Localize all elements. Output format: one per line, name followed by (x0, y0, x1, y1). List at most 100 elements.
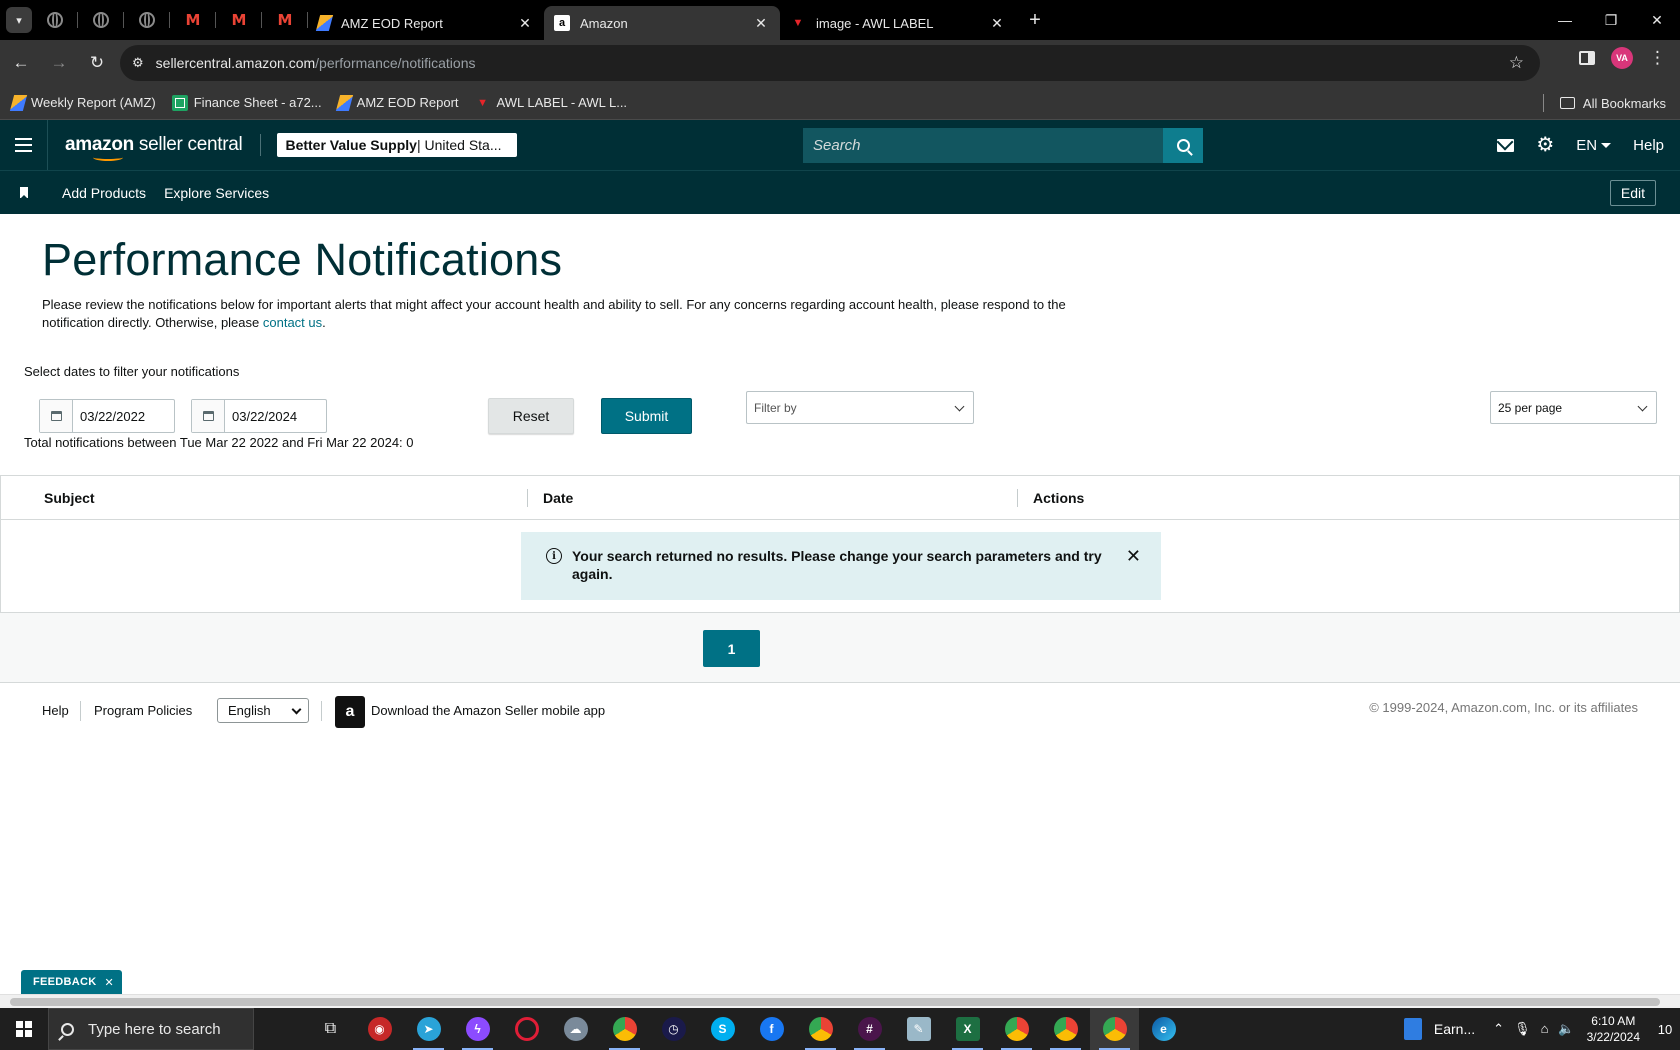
tab-amazon[interactable]: a Amazon ✕ (544, 6, 780, 40)
news-widget[interactable]: Earn... (1403, 1018, 1475, 1040)
date-from-field[interactable]: 03/22/2022 (39, 399, 175, 433)
task-view-icon[interactable]: ⧉ (306, 1008, 355, 1050)
close-tab-icon[interactable]: ✕ (516, 15, 534, 32)
bookmark-star-icon[interactable]: ☆ (1509, 53, 1524, 73)
help-link[interactable]: Help (1633, 137, 1664, 154)
subnav-add-products[interactable]: Add Products (62, 185, 146, 201)
bookmark-weekly-report[interactable]: Weekly Report (AMZ) (9, 94, 156, 111)
close-tab-icon[interactable]: ✕ (752, 15, 770, 32)
calendar-icon (50, 411, 62, 421)
per-page-select[interactable]: 25 per page (1490, 391, 1657, 424)
tab-amz-eod-report[interactable]: AMZ EOD Report ✕ (308, 6, 544, 40)
facebook-icon[interactable]: f (747, 1008, 796, 1050)
tab-awl-label[interactable]: ▼ image - AWL LABEL ✕ (780, 6, 1016, 40)
gear-icon[interactable]: ⚙ (1536, 135, 1554, 155)
intro-text: Please review the notifications below fo… (42, 296, 1122, 332)
edge-icon[interactable]: e (1139, 1008, 1188, 1050)
microphone-icon[interactable]: 🎙 (1514, 1021, 1531, 1037)
bookmark-amz-eod-report[interactable]: AMZ EOD Report (335, 94, 459, 111)
language-selector[interactable]: EN (1576, 137, 1612, 154)
date-from-value: 03/22/2022 (80, 408, 146, 424)
opera-icon[interactable]: o (502, 1008, 551, 1050)
browser-toolbar: ← → ↻ ⚙ sellercentral.amazon.com/perform… (0, 40, 1680, 86)
tab-search-button[interactable]: ▾ (6, 7, 32, 33)
pinned-tab-5[interactable]: M (216, 0, 262, 40)
amazon-seller-app-icon[interactable]: a (335, 696, 365, 728)
reset-button[interactable]: Reset (488, 398, 574, 434)
start-button[interactable] (0, 1008, 48, 1050)
column-actions[interactable]: Actions (1033, 490, 1084, 506)
chrome-icon[interactable] (600, 1008, 649, 1050)
minimize-icon[interactable]: — (1542, 0, 1588, 40)
calendar-button[interactable] (40, 400, 73, 432)
footer-help-link[interactable]: Help (42, 703, 69, 718)
bookmark-finance-sheet[interactable]: Finance Sheet - a72... (171, 94, 322, 111)
download-app-link[interactable]: Download the Amazon Seller mobile app (371, 703, 605, 718)
hamburger-menu-icon[interactable] (0, 120, 48, 170)
contact-us-link[interactable]: contact us (263, 315, 322, 330)
chrome-w2-icon[interactable] (992, 1008, 1041, 1050)
app-cloud-icon[interactable]: ☁ (551, 1008, 600, 1050)
pinned-tab-1[interactable] (32, 0, 78, 40)
column-subject[interactable]: Subject (44, 490, 95, 506)
store-selector[interactable]: Better Value Supply | United Sta... (277, 133, 518, 157)
close-window-icon[interactable]: ✕ (1634, 0, 1680, 40)
app-red-icon[interactable]: ◉ (355, 1008, 404, 1050)
feedback-tab[interactable]: FEEDBACK ✕ (21, 970, 123, 994)
back-arrow-icon[interactable]: ← (4, 46, 38, 80)
pinned-tab-2[interactable] (78, 0, 124, 40)
header-search-input[interactable] (803, 128, 1163, 163)
submit-button[interactable]: Submit (601, 398, 692, 434)
footer-language-select[interactable]: English (217, 698, 309, 723)
chevron-up-icon[interactable]: ⌃ (1493, 1021, 1504, 1037)
pinned-tab-3[interactable] (124, 0, 170, 40)
reload-icon[interactable]: ↻ (80, 46, 114, 80)
edit-button[interactable]: Edit (1609, 180, 1656, 206)
taskbar-search[interactable]: Type here to search (48, 1008, 254, 1050)
horizontal-scrollbar[interactable] (0, 994, 1680, 1008)
mail-icon[interactable] (1497, 138, 1515, 152)
network-icon[interactable]: ⌂ (1541, 1021, 1549, 1037)
skype-icon[interactable]: S (698, 1008, 747, 1050)
seller-central-logo[interactable]: amazon seller central (65, 134, 243, 161)
info-icon: i (546, 548, 562, 564)
site-info-icon[interactable]: ⚙ (132, 55, 144, 71)
subnav-explore-services[interactable]: Explore Services (164, 185, 269, 201)
scrollbar-thumb[interactable] (10, 998, 1660, 1006)
date-to-field[interactable]: 03/22/2024 (191, 399, 327, 433)
profile-avatar[interactable]: VA (1611, 47, 1633, 69)
slack-icon[interactable]: # (845, 1008, 894, 1050)
bookmark-icon[interactable] (20, 187, 28, 199)
close-tab-icon[interactable]: ✕ (988, 15, 1006, 32)
excel-icon[interactable]: X (943, 1008, 992, 1050)
taskbar-clock[interactable]: 6:10 AM 3/22/2024 (1587, 1013, 1640, 1045)
filter-by-select[interactable]: Filter by (746, 391, 974, 424)
column-date[interactable]: Date (543, 490, 573, 506)
notes-icon[interactable]: ✎ (894, 1008, 943, 1050)
column-divider (527, 489, 528, 507)
restore-icon[interactable]: ❐ (1588, 0, 1634, 40)
footer-program-policies-link[interactable]: Program Policies (94, 703, 192, 718)
side-panel-icon[interactable] (1579, 51, 1595, 65)
address-bar[interactable]: ⚙ sellercentral.amazon.com/performance/n… (120, 45, 1540, 81)
notification-center-icon[interactable]: 10 (1650, 1008, 1680, 1050)
forward-arrow-icon[interactable]: → (42, 46, 76, 80)
chrome-j-icon[interactable] (1041, 1008, 1090, 1050)
telegram-icon[interactable]: ➤ (404, 1008, 453, 1050)
messenger-icon[interactable]: ϟ (453, 1008, 502, 1050)
clock-app-icon[interactable]: ◷ (649, 1008, 698, 1050)
close-feedback-icon[interactable]: ✕ (105, 976, 115, 989)
chrome-va-icon[interactable] (1090, 1008, 1139, 1050)
calendar-button[interactable] (192, 400, 225, 432)
pinned-tab-4[interactable]: M (170, 0, 216, 40)
new-tab-plus-icon[interactable]: + (1020, 9, 1050, 32)
search-button[interactable] (1163, 128, 1203, 163)
bookmark-awl-label[interactable]: ▼ AWL LABEL - AWL L... (475, 95, 627, 111)
page-1-button[interactable]: 1 (703, 630, 760, 667)
chrome-w-icon[interactable] (796, 1008, 845, 1050)
volume-icon[interactable]: 🔈 (1558, 1021, 1574, 1037)
pinned-tab-6[interactable]: M (262, 0, 308, 40)
all-bookmarks[interactable]: All Bookmarks (1542, 94, 1666, 112)
close-alert-icon[interactable]: ✕ (1126, 547, 1141, 565)
more-menu-icon[interactable]: ⋮ (1649, 48, 1666, 68)
